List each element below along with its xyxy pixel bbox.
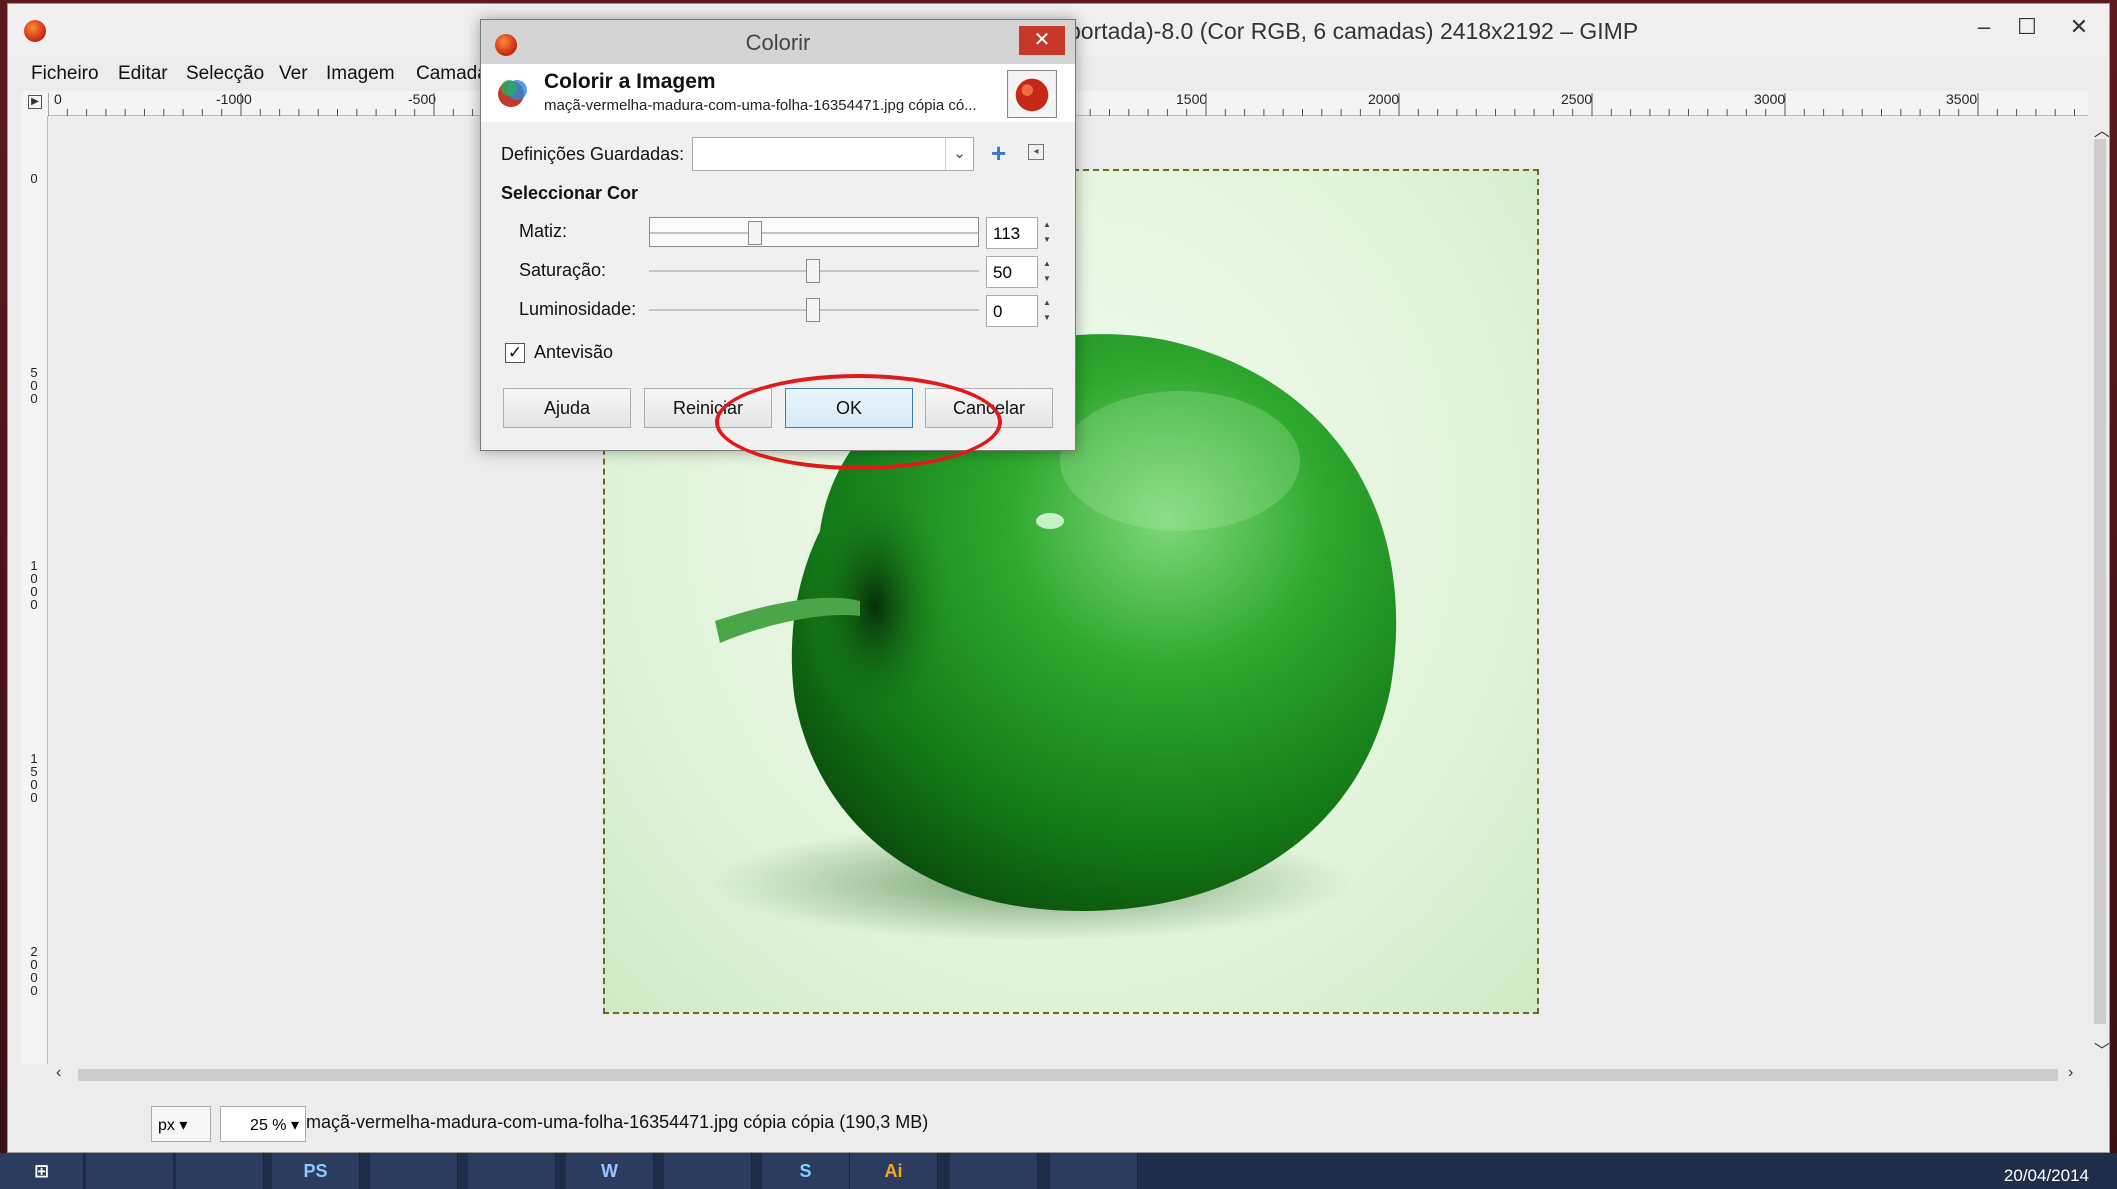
preview-label[interactable]: Antevisão <box>534 342 613 363</box>
scroll-down-icon[interactable]: ﹀ <box>2094 1037 2109 1061</box>
window-title: portada)-8.0 (Cor RGB, 6 camadas) 2418x2… <box>1068 18 1639 44</box>
hue-slider-thumb[interactable] <box>748 221 762 245</box>
chevron-down-icon[interactable]: ⌄ <box>945 138 973 170</box>
hue-label: Matiz: <box>519 221 568 241</box>
horizontal-scroll-thumb[interactable] <box>78 1069 2058 1081</box>
lightness-spin-arrows[interactable]: ▲ ▼ <box>1039 295 1055 327</box>
saturation-label: Saturação: <box>519 260 607 280</box>
desktop: portada)-8.0 (Cor RGB, 6 camadas) 2418x2… <box>0 0 2117 1189</box>
colorize-icon <box>498 80 527 107</box>
unit-select[interactable]: px ▾ <box>151 1106 211 1142</box>
menu-ver[interactable]: Ver <box>279 63 308 85</box>
saturation-input[interactable]: 50 <box>986 256 1038 288</box>
taskbar-gimp[interactable] <box>950 1153 1038 1189</box>
dialog-title: Colorir <box>745 30 811 55</box>
menu-seleccao[interactable]: Selecção <box>186 63 264 85</box>
zoom-value: 25 % <box>250 1117 287 1134</box>
lightness-slider-thumb[interactable] <box>806 298 820 322</box>
dialog-subheading: maçã-vermelha-madura-com-uma-folha-16354… <box>544 97 977 114</box>
horizontal-scrollbar[interactable]: ‹ › <box>48 1064 2088 1086</box>
ruler-tick-label: 0 <box>30 171 38 186</box>
ok-highlight-circle <box>715 374 1002 470</box>
menu-camada[interactable]: Camada <box>416 63 488 85</box>
taskbar-file-explorer[interactable] <box>86 1153 174 1189</box>
hue-spin-arrows[interactable]: ▲ ▼ <box>1039 217 1055 249</box>
taskbar-app-2[interactable] <box>176 1153 264 1189</box>
ruler-corner[interactable]: ▶ <box>22 91 48 116</box>
dialog-title-bar[interactable]: Colorir ✕ <box>481 20 1075 64</box>
help-button[interactable]: Ajuda <box>503 388 631 428</box>
menu-editar[interactable]: Editar <box>118 63 168 85</box>
menu-ficheiro[interactable]: Ficheiro <box>31 63 99 85</box>
add-preset-icon[interactable]: + <box>991 138 1006 169</box>
quick-mask-toggle-icon[interactable]: ▶ <box>28 95 42 109</box>
presets-label: Definições Guardadas: <box>501 144 685 164</box>
saturation-slider-thumb[interactable] <box>806 259 820 283</box>
scroll-right-icon[interactable]: › <box>2068 1064 2073 1082</box>
taskbar-app-5[interactable] <box>468 1153 556 1189</box>
preset-menu-icon[interactable]: ◂ <box>1028 144 1044 160</box>
ruler-tick-label: 1000 <box>30 558 38 612</box>
vertical-scrollbar[interactable]: ︿ ﹀ <box>2089 117 2109 1064</box>
lightness-slider[interactable] <box>649 295 979 325</box>
taskbar-skype[interactable]: S <box>762 1153 850 1189</box>
windows-taskbar: ⊞ PS W S Ai 20/04/2014 <box>0 1153 2117 1189</box>
taskbar-word[interactable]: W <box>566 1153 654 1189</box>
hue-input[interactable]: 113 <box>986 217 1038 249</box>
vertical-ruler[interactable]: 0 500 1000 1500 2000 <box>22 116 48 1064</box>
status-message: maçã-vermelha-madura-com-uma-folha-16354… <box>306 1112 929 1132</box>
minimize-button[interactable]: ‒ <box>1963 12 2005 42</box>
menu-imagem[interactable]: Imagem <box>326 63 395 85</box>
scroll-left-icon[interactable]: ‹ <box>56 1064 61 1082</box>
lightness-input[interactable]: 0 <box>986 295 1038 327</box>
tray-date[interactable]: 20/04/2014 <box>2004 1166 2089 1186</box>
unit-value: px <box>158 1117 175 1134</box>
saturation-spin-arrows[interactable]: ▲ ▼ <box>1039 256 1055 288</box>
hue-slider[interactable] <box>649 217 979 247</box>
preview-checkbox[interactable]: ✓ <box>505 343 525 363</box>
gimp-icon <box>24 20 46 42</box>
presets-combobox[interactable]: ⌄ <box>692 137 974 171</box>
saturation-slider[interactable] <box>649 256 979 286</box>
select-color-heading: Seleccionar Cor <box>501 183 639 203</box>
taskbar-app-4[interactable] <box>370 1153 458 1189</box>
dialog-header: Colorir a Imagem maçã-vermelha-madura-co… <box>481 64 1075 122</box>
taskbar-chrome[interactable] <box>664 1153 752 1189</box>
close-window-button[interactable]: ✕ <box>2058 12 2100 42</box>
image-thumbnail <box>1007 70 1057 118</box>
vertical-scroll-thumb[interactable] <box>2094 139 2106 1024</box>
zoom-select[interactable]: 25 % ▾ <box>220 1106 306 1142</box>
ruler-tick-label: 2000 <box>30 944 38 998</box>
start-button[interactable]: ⊞ <box>0 1153 84 1189</box>
taskbar-photoshop[interactable]: PS <box>272 1153 360 1189</box>
taskbar-paint[interactable] <box>1050 1153 1138 1189</box>
ruler-tick-label: 1500 <box>30 751 38 805</box>
maximize-button[interactable]: ☐ <box>2006 12 2048 42</box>
dialog-close-button[interactable]: ✕ <box>1019 26 1065 55</box>
status-bar: px ▾ 25 % ▾ maçã-vermelha-madura-com-uma… <box>8 1090 2109 1152</box>
dialog-heading: Colorir a Imagem <box>544 70 716 93</box>
scroll-up-icon[interactable]: ︿ <box>2094 117 2109 141</box>
lightness-label: Luminosidade: <box>519 299 637 319</box>
taskbar-illustrator[interactable]: Ai <box>850 1153 938 1189</box>
ruler-tick-label: 500 <box>30 365 38 406</box>
